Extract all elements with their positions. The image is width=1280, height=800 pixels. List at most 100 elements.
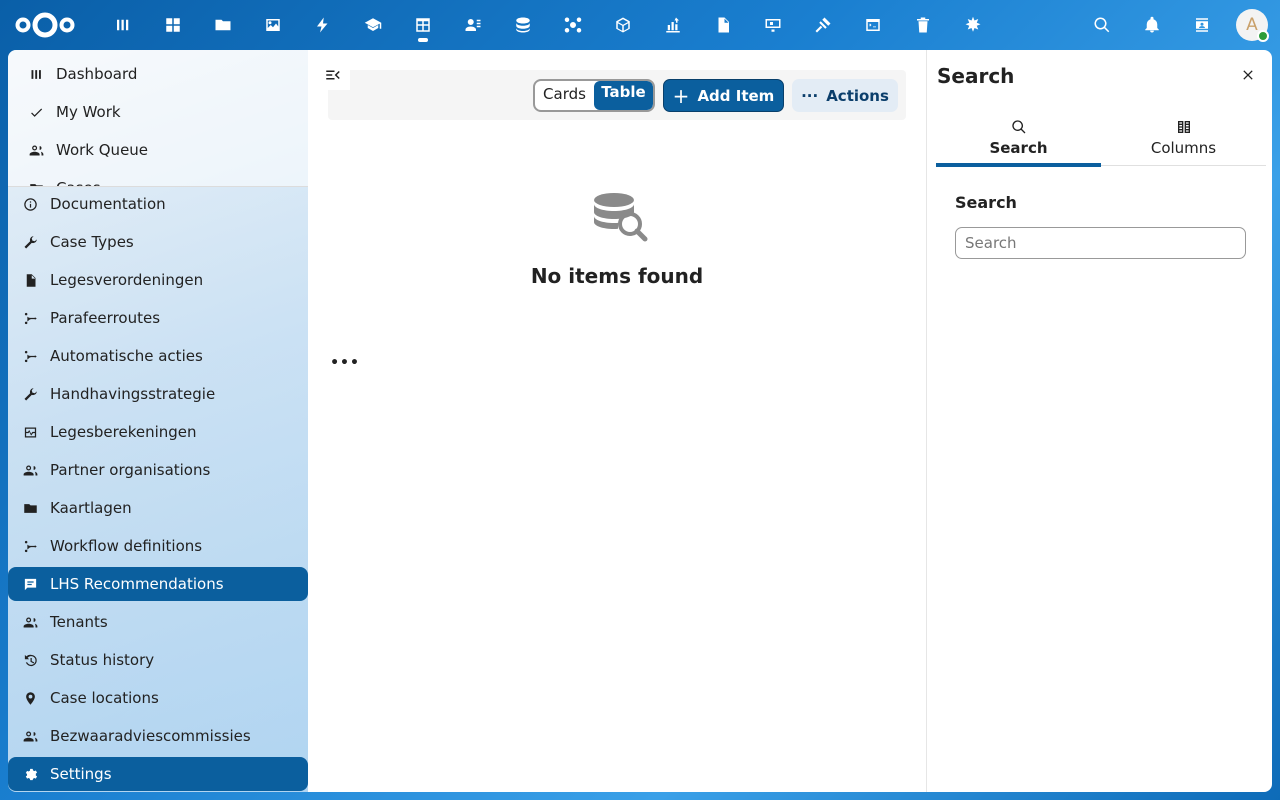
search-field-label: Search: [955, 193, 1017, 212]
search-input[interactable]: [955, 227, 1246, 259]
sidebar-item-label: Legesberekeningen: [50, 423, 197, 441]
app-menu-item-grid[interactable]: [148, 0, 198, 50]
sidebar-item-case-locations[interactable]: Case locations: [8, 681, 308, 715]
panel-title: Search: [937, 64, 1015, 88]
menu-collapse-icon: [326, 70, 340, 80]
users-icon: [23, 617, 37, 627]
sidebar-item-lhs-recommendations[interactable]: LHS Recommendations: [8, 567, 308, 601]
sidebar-item-cases[interactable]: Cases: [8, 171, 308, 186]
sidebar-item-label: Partner organisations: [50, 461, 211, 479]
sidebar-item-my-work[interactable]: My Work: [8, 95, 308, 129]
users-icon: [23, 465, 37, 475]
check-icon: [30, 108, 42, 117]
sidebar-item-handhavingsstrategie[interactable]: Handhavingsstrategie: [8, 377, 308, 411]
app-menu-item-contacts[interactable]: [448, 0, 498, 50]
app-menu-item-folder[interactable]: [198, 0, 248, 50]
sidebar-item-kaartlagen[interactable]: Kaartlagen: [8, 491, 308, 525]
dots-horizontal-icon: ···: [801, 86, 819, 105]
sidebar-item-dashboard[interactable]: Dashboard: [8, 57, 308, 91]
dashboard-icon: [117, 19, 129, 31]
app-menu-item-document[interactable]: [698, 0, 748, 50]
pin-icon: [25, 691, 35, 705]
toolbar: Cards Table + Add Item ··· Actions: [328, 70, 906, 120]
pulse-icon: [24, 427, 36, 437]
app-menu-item-education[interactable]: [348, 0, 398, 50]
contacts-menu-button[interactable]: [1177, 0, 1227, 50]
sidebar-item-legesverordeningen[interactable]: Legesverordeningen: [8, 263, 308, 297]
notifications-button[interactable]: [1127, 0, 1177, 50]
main-content: Cards Table + Add Item ··· Actions No it…: [308, 50, 926, 792]
search-icon: [1094, 17, 1110, 33]
sidebar-item-label: My Work: [56, 103, 121, 121]
sidebar-item-label: Case Types: [50, 233, 134, 251]
sidebar-item-documentation[interactable]: Documentation: [8, 187, 308, 221]
sidebar-item-legesberekeningen[interactable]: Legesberekeningen: [8, 415, 308, 449]
toggle-navigation-button[interactable]: [322, 64, 344, 86]
app-menu-item-gavel[interactable]: [798, 0, 848, 50]
app-menu-item-network[interactable]: [548, 0, 598, 50]
tables-icon: [416, 18, 430, 32]
code-icon: [866, 19, 880, 31]
sidebar-item-label: Cases: [56, 179, 101, 186]
unified-search-button[interactable]: [1077, 0, 1127, 50]
settings-star-icon: [965, 16, 981, 32]
sidebar-item-label: Settings: [50, 765, 112, 783]
view-cards-option[interactable]: Cards: [535, 81, 594, 110]
search-sidebar: Search Search Columns Search: [926, 50, 1272, 792]
user-avatar[interactable]: A: [1236, 9, 1269, 42]
gear-icon: [25, 768, 37, 780]
close-panel-button[interactable]: [1237, 64, 1259, 86]
app-menu-item-chart[interactable]: [648, 0, 698, 50]
route-icon: [24, 350, 37, 362]
app-menu-item-photos[interactable]: [248, 0, 298, 50]
activity-icon: [317, 17, 328, 33]
sidebar-item-settings[interactable]: Settings: [8, 757, 308, 791]
close-icon: [1243, 70, 1253, 80]
file-icon: [26, 273, 35, 287]
actions-label: Actions: [826, 86, 889, 105]
sidebar-item-label: Automatische acties: [50, 347, 203, 365]
app-menu-item-code[interactable]: [848, 0, 898, 50]
sidebar-item-status-history[interactable]: Status history: [8, 643, 308, 677]
sidebar-item-workflow-definitions[interactable]: Workflow definitions: [8, 529, 308, 563]
app-menu-item-cube[interactable]: [598, 0, 648, 50]
actions-button[interactable]: ··· Actions: [792, 79, 898, 112]
route-icon: [24, 312, 37, 324]
more-options-button[interactable]: •••: [330, 354, 359, 372]
sidebar-item-partner-organisations[interactable]: Partner organisations: [8, 453, 308, 487]
app-menu-item-activity[interactable]: [298, 0, 348, 50]
tab-search[interactable]: Search: [936, 110, 1101, 167]
grid-icon: [166, 18, 180, 32]
sidebar-item-tenants[interactable]: Tenants: [8, 605, 308, 639]
app-menu-item-tables[interactable]: [398, 0, 448, 50]
panel-tabs: Search Columns: [936, 110, 1266, 167]
sidebar-item-parafeerroutes[interactable]: Parafeerroutes: [8, 301, 308, 335]
chart-bars-icon: [31, 69, 41, 79]
add-item-button[interactable]: + Add Item: [663, 79, 784, 112]
users-icon: [23, 731, 37, 741]
app-menu-item-presentation[interactable]: [748, 0, 798, 50]
sidebar-item-label: Legesverordeningen: [50, 271, 204, 289]
wrench-icon: [24, 235, 37, 248]
database-icon: [516, 17, 530, 33]
wrench-icon: [24, 387, 37, 400]
app-menu-item-dashboard[interactable]: [98, 0, 148, 50]
sidebar-item-work-queue[interactable]: Work Queue: [8, 133, 308, 167]
sidebar-pinned-section: Dashboard My Work Work Queue Cases: [8, 50, 308, 187]
sidebar-item-automatische-acties[interactable]: Automatische acties: [8, 339, 308, 373]
sidebar-item-label: Workflow definitions: [50, 537, 203, 555]
app-menu-item-trash[interactable]: [898, 0, 948, 50]
sidebar-item-case-types[interactable]: Case Types: [8, 225, 308, 259]
route-icon: [24, 540, 37, 552]
app-menu-item-settings-star[interactable]: [948, 0, 998, 50]
app-menu-item-database[interactable]: [498, 0, 548, 50]
presentation-icon: [765, 19, 781, 32]
sidebar-item-label: Bezwaaradviescommissies: [50, 727, 251, 745]
view-table-option[interactable]: Table: [594, 81, 653, 110]
database-search-icon: [594, 193, 648, 242]
nextcloud-logo-icon[interactable]: [14, 10, 76, 40]
sidebar-item-bezwaaradviescommissies[interactable]: Bezwaaradviescommissies: [8, 719, 308, 753]
tab-columns[interactable]: Columns: [1101, 110, 1266, 166]
network-icon: [564, 17, 582, 33]
folder-icon: [23, 503, 37, 513]
